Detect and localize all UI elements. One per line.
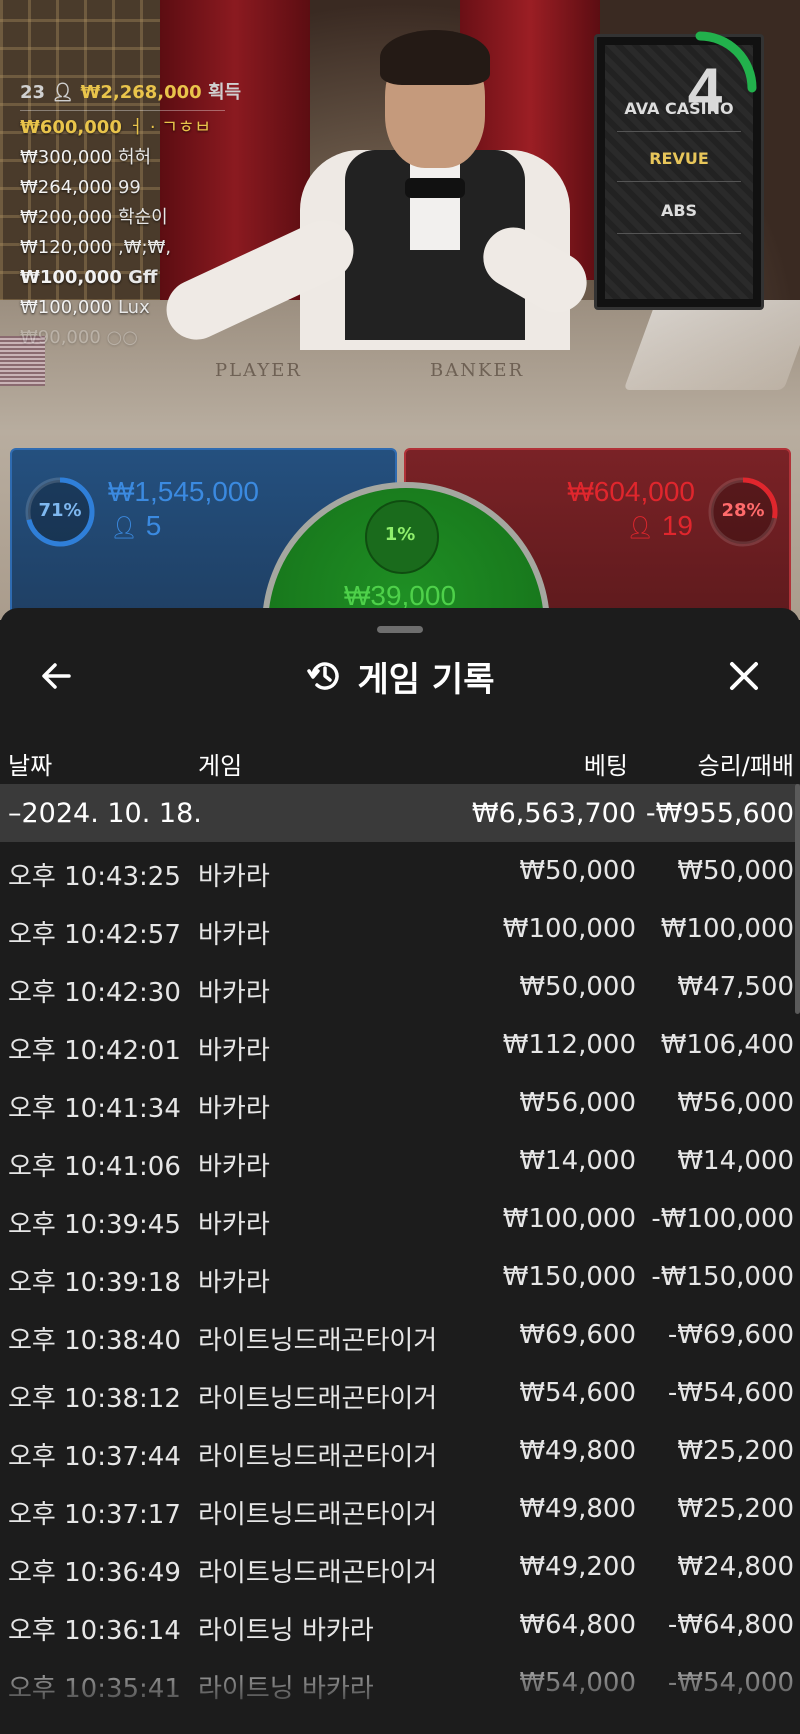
date-group-label: –2024. 10. 18. bbox=[8, 798, 202, 829]
player-bet-amount: ₩1,545,000 bbox=[108, 476, 259, 507]
divider bbox=[20, 110, 225, 111]
banker-bet-amount: ₩604,000 bbox=[567, 476, 695, 507]
table-row[interactable]: 오후 10:43:25 바카라 ₩50,000 ₩50,000 bbox=[0, 842, 800, 900]
table-row[interactable]: 오후 10:38:40 라이트닝드래곤타이거 ₩69,600 -₩69,600 bbox=[0, 1306, 800, 1364]
person-icon: 👤︎ bbox=[110, 515, 138, 540]
column-header-result[interactable]: 승리/패배 bbox=[698, 746, 794, 781]
table-row[interactable]: 오후 10:37:17 라이트닝드래곤타이거 ₩49,800 ₩25,200 bbox=[0, 1480, 800, 1538]
player-count: 👤︎ 5 bbox=[110, 510, 162, 541]
game-history-sheet: 게임 기록 날짜 게임 베팅 승리/패배 –2024. 10. 18. ₩6,5… bbox=[0, 608, 800, 1734]
page-title: 게임 기록 bbox=[357, 659, 495, 700]
live-video: PLAYER BANKER AVA CASINO REVUE ABS 4 23 … bbox=[0, 0, 800, 620]
sponsor-logo: ABS bbox=[617, 187, 741, 234]
player-percent: 71% bbox=[38, 500, 82, 521]
table-row[interactable]: 오후 10:36:14 라이트닝 바카라 ₩64,800 -₩64,800 bbox=[0, 1596, 800, 1654]
bowtie bbox=[405, 178, 465, 198]
date-group-bet-total: ₩6,563,700 bbox=[471, 798, 636, 829]
felt-banker-label: BANKER bbox=[430, 360, 525, 381]
table-row[interactable]: 오후 10:35:41 라이트닝 바카라 ₩54,000 -₩54,000 bbox=[0, 1654, 800, 1712]
winners-count: 23 bbox=[20, 82, 46, 103]
table-row[interactable]: 오후 10:42:01 바카라 ₩112,000 ₩106,400 bbox=[0, 1016, 800, 1074]
winner-row: ₩100,000 Gff bbox=[20, 267, 158, 288]
history-list: 오후 10:43:25 바카라 ₩50,000 ₩50,000 오후 10:42:57… bbox=[0, 842, 800, 1712]
scrollbar[interactable] bbox=[795, 784, 800, 1014]
winner-row: ₩90,000 ○○ bbox=[20, 327, 138, 348]
tie-percent: 1% bbox=[384, 524, 416, 545]
drag-handle[interactable] bbox=[377, 626, 423, 633]
column-header-game[interactable]: 게임 bbox=[198, 746, 242, 781]
table-row[interactable]: 오후 10:42:30 바카라 ₩50,000 ₩47,500 bbox=[0, 958, 800, 1016]
winner-row: ₩100,000 Lux bbox=[20, 297, 150, 318]
winners-suffix: 획득 bbox=[207, 82, 242, 103]
banker-percent: 28% bbox=[721, 500, 765, 521]
dealer-hair bbox=[380, 30, 490, 85]
winners-total: ₩2,268,000 bbox=[80, 82, 202, 103]
column-header-bet[interactable]: 베팅 bbox=[584, 746, 628, 781]
winner-row: ₩200,000 학순이 bbox=[20, 207, 168, 228]
table-row[interactable]: 오후 10:41:06 바카라 ₩14,000 ₩14,000 bbox=[0, 1132, 800, 1190]
person-icon: 👤︎ bbox=[51, 82, 75, 103]
winner-row: ₩264,000 99 bbox=[20, 177, 141, 198]
person-icon: 👤︎ bbox=[626, 515, 655, 540]
table-row[interactable]: 오후 10:41:34 바카라 ₩56,000 ₩56,000 bbox=[0, 1074, 800, 1132]
table-row[interactable]: 오후 10:39:18 바카라 ₩150,000 -₩150,000 bbox=[0, 1248, 800, 1306]
table-row[interactable]: 오후 10:39:45 바카라 ₩100,000 -₩100,000 bbox=[0, 1190, 800, 1248]
winner-row: ₩300,000 허허 bbox=[20, 147, 152, 168]
date-group-result-total: -₩955,600 bbox=[645, 798, 794, 829]
date-group-row[interactable]: –2024. 10. 18. ₩6,563,700 -₩955,600 bbox=[0, 784, 800, 842]
winners-summary: 23 👤︎ ₩2,268,000 획득 bbox=[20, 78, 241, 108]
round-number: 4 bbox=[687, 56, 723, 125]
table-row[interactable]: 오후 10:38:12 라이트닝드래곤타이거 ₩54,600 -₩54,600 bbox=[0, 1364, 800, 1422]
table-row[interactable]: 오후 10:36:49 라이트닝드래곤타이거 ₩49,200 ₩24,800 bbox=[0, 1538, 800, 1596]
history-icon bbox=[306, 662, 339, 690]
table-row[interactable]: 오후 10:37:44 라이트닝드래곤타이거 ₩49,800 ₩25,200 bbox=[0, 1422, 800, 1480]
winner-row: ₩120,000 ,₩;₩, bbox=[20, 237, 172, 258]
table-row[interactable]: 오후 10:42:57 바카라 ₩100,000 ₩100,000 bbox=[0, 900, 800, 958]
sheet-header: 게임 기록 bbox=[0, 650, 800, 702]
column-header-date[interactable]: 날짜 bbox=[8, 746, 52, 781]
felt-player-label: PLAYER bbox=[215, 360, 302, 381]
winner-row: ₩600,000 ㅓ · ㄱㅎㅂ bbox=[20, 117, 211, 138]
banker-count: 👤︎ 19 bbox=[626, 510, 693, 541]
winners-list: 23 👤︎ ₩2,268,000 획득 ₩600,000 ㅓ · ㄱㅎㅂ ₩30… bbox=[20, 78, 241, 353]
close-button[interactable] bbox=[718, 650, 770, 702]
close-icon bbox=[730, 662, 758, 690]
